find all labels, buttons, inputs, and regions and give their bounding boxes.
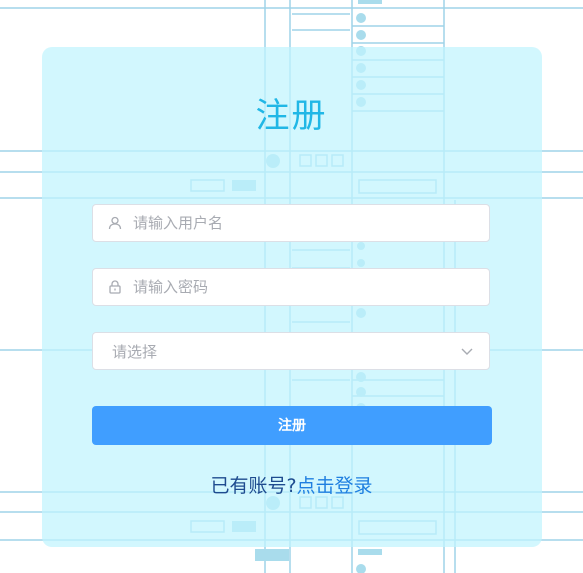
login-prompt: 已有账号?点击登录 (0, 471, 583, 498)
password-input[interactable] (131, 269, 489, 305)
user-icon (107, 215, 123, 231)
password-field[interactable] (92, 268, 490, 306)
username-input[interactable] (131, 205, 489, 241)
register-button[interactable]: 注册 (92, 406, 492, 445)
login-prompt-text: 已有账号? (210, 475, 297, 497)
username-field[interactable] (92, 204, 490, 242)
chevron-down-icon (459, 343, 475, 359)
lock-icon (107, 279, 123, 295)
role-select-placeholder: 请选择 (112, 342, 158, 361)
role-select[interactable]: 请选择 (92, 332, 490, 370)
login-link[interactable]: 点击登录 (297, 475, 373, 497)
page-title: 注册 (255, 96, 328, 136)
